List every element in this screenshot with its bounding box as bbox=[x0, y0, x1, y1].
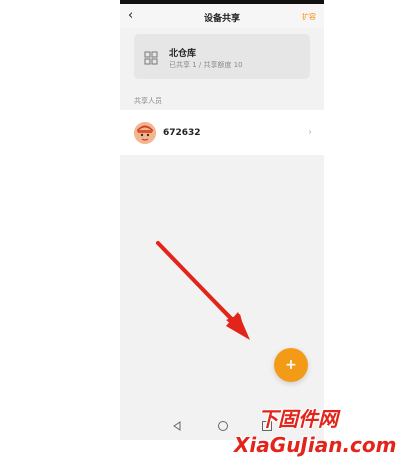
add-member-button[interactable]: + bbox=[274, 348, 308, 382]
watermark: 下固件网 XiaGuJian.com bbox=[230, 403, 400, 473]
nav-home-icon[interactable] bbox=[218, 421, 228, 431]
avatar-image bbox=[134, 122, 156, 144]
nav-back-icon[interactable] bbox=[172, 421, 182, 431]
watermark-cn: 下固件网 bbox=[258, 407, 338, 431]
grid-apps-icon bbox=[144, 51, 158, 65]
expand-button[interactable]: 扩容 bbox=[302, 12, 316, 22]
warehouse-card[interactable]: 北仓库 已共享 1 / 共享额度 10 bbox=[134, 34, 310, 79]
phone-screen: ‹ 设备共享 扩容 北仓库 已共享 1 / 共享额度 10 共享人员 67263… bbox=[120, 0, 324, 440]
page-title: 设备共享 bbox=[203, 14, 240, 24]
warehouse-name: 北仓库 bbox=[169, 49, 197, 59]
warehouse-share-info: 已共享 1 / 共享额度 10 bbox=[169, 61, 243, 69]
avatar bbox=[134, 122, 156, 144]
chevron-right-icon: › bbox=[308, 127, 312, 138]
watermark-en: XiaGuJian.com bbox=[234, 433, 397, 457]
section-label-members: 共享人员 bbox=[134, 97, 162, 105]
list-item[interactable]: 672632 › bbox=[120, 110, 324, 155]
member-id: 672632 bbox=[163, 128, 201, 138]
top-bar: ‹ 设备共享 扩容 bbox=[120, 4, 324, 28]
